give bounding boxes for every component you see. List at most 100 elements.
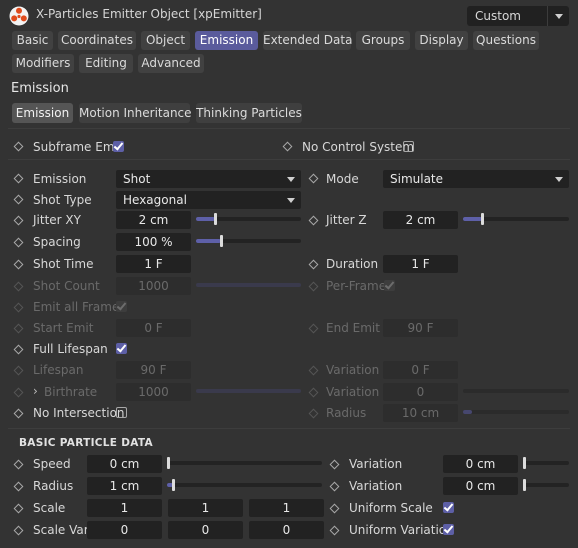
tab-questions[interactable]: Questions [473,31,539,50]
scale-var-y-field[interactable]: 0 [168,521,243,539]
full-lifespan-label: Full Lifespan [33,342,108,356]
slider-knob[interactable] [523,457,526,469]
tab-object[interactable]: Object [141,31,190,50]
duration-field[interactable]: 1 F [383,255,458,273]
slider-knob[interactable] [214,213,217,225]
tab-editing[interactable]: Editing [79,54,133,73]
shot-time-label: Shot Time [33,257,94,271]
scale-x-field[interactable]: 1 [87,499,162,517]
keyframe-diamond-icon[interactable] [13,344,24,355]
keyframe-diamond-icon[interactable] [13,237,24,248]
emission-value: Shot [123,172,151,186]
slider-knob[interactable] [172,479,175,491]
expand-arrow-icon[interactable]: › [33,384,38,398]
scale-z-field[interactable]: 1 [249,499,324,517]
slider-knob[interactable] [167,457,170,469]
uniform-scale-label: Uniform Scale [349,501,433,515]
subtab-motion-inheritance[interactable]: Motion Inheritance [79,103,192,123]
keyframe-diamond-icon[interactable] [13,215,24,226]
keyframe-diamond-icon[interactable] [282,141,293,152]
tab-emission[interactable]: Emission [195,31,258,50]
divider [8,159,570,160]
radius-field[interactable]: 1 cm [87,477,162,495]
keyframe-diamond-icon [308,281,319,292]
keyframe-diamond-icon[interactable] [329,503,340,514]
subframe-emit-label: Subframe Emit [33,140,123,154]
speed-variation-field[interactable]: 0 cm [443,455,518,473]
speed-slider[interactable] [167,457,322,469]
shot-type-label: Shot Type [33,193,92,207]
keyframe-diamond-icon[interactable] [13,481,24,492]
chevron-down-icon[interactable] [555,14,563,19]
no-control-system-checkbox[interactable] [403,141,414,152]
radius-slider[interactable] [167,479,322,491]
no-intersection-checkbox[interactable] [116,407,127,418]
shot-count-slider [196,283,301,287]
tab-coordinates[interactable]: Coordinates [58,31,136,50]
subtab-emission[interactable]: Emission [12,103,73,123]
slider-knob[interactable] [220,235,223,247]
mode-label: Mode [326,172,359,186]
keyframe-diamond-icon[interactable] [308,215,319,226]
subtab-thinking-particles[interactable]: Thinking Particles [196,103,302,123]
keyframe-diamond-icon[interactable] [308,173,319,184]
keyframe-diamond-icon[interactable] [308,259,319,270]
keyframe-diamond-icon[interactable] [13,525,24,536]
slider-fill [463,217,482,221]
tab-modifiers[interactable]: Modifiers [12,54,74,73]
tab-advanced[interactable]: Advanced [138,54,204,73]
divider [8,128,570,129]
keyframe-diamond-icon[interactable] [329,481,340,492]
tab-basic[interactable]: Basic [12,31,53,50]
emission-dropdown[interactable]: Shot [116,170,301,188]
uniform-variation-label: Uniform Variation [349,523,454,537]
keyframe-diamond-icon[interactable] [13,194,24,205]
speed-variation-slider[interactable] [523,457,569,469]
keyframe-diamond-icon[interactable] [329,525,340,536]
birthrate-slider [196,389,301,393]
keyframe-diamond-icon [308,408,319,419]
start-emit-label: Start Emit [33,321,94,335]
scale-var-x-field[interactable]: 0 [87,521,162,539]
shot-type-dropdown[interactable]: Hexagonal [116,191,301,209]
slider-knob[interactable] [523,479,526,491]
keyframe-diamond-icon [308,387,319,398]
uniform-scale-checkbox[interactable] [443,502,454,513]
duration-label: Duration [326,257,379,271]
scale-var-z-field[interactable]: 0 [249,521,324,539]
shot-time-field[interactable]: 1 F [116,255,191,273]
jitter-z-slider[interactable] [463,213,569,225]
keyframe-diamond-icon [13,387,24,398]
keyframe-diamond-icon[interactable] [13,141,24,152]
preset-dropdown[interactable]: Custom [467,6,569,26]
spacing-field[interactable]: 100 % [116,233,191,251]
keyframe-diamond-icon[interactable] [13,408,24,419]
speed-label: Speed [33,457,71,471]
speed-field[interactable]: 0 cm [87,455,162,473]
keyframe-diamond-icon[interactable] [13,503,24,514]
dropdown-separator [547,6,548,26]
lifespan-label: Lifespan [33,363,84,377]
radius-variation-slider[interactable] [523,479,569,491]
uniform-variation-checkbox[interactable] [443,524,454,535]
jitter-z-field[interactable]: 2 cm [383,211,458,229]
keyframe-diamond-icon[interactable] [13,173,24,184]
keyframe-diamond-icon[interactable] [13,259,24,270]
spacing-slider[interactable] [196,235,301,247]
tab-extended-data[interactable]: Extended Data [263,31,352,50]
tab-groups[interactable]: Groups [356,31,410,50]
scale-var-label: Scale Var. [33,523,92,537]
radius-variation-field[interactable]: 0 cm [443,477,518,495]
tab-display[interactable]: Display [415,31,468,50]
birthrate-variation-label: Variation [326,385,380,399]
jitter-xy-field[interactable]: 2 cm [116,211,191,229]
slider-knob[interactable] [481,213,484,225]
jitter-xy-slider[interactable] [196,213,301,225]
mode-dropdown[interactable]: Simulate [383,170,569,188]
keyframe-diamond-icon[interactable] [13,459,24,470]
full-lifespan-checkbox[interactable] [116,343,127,354]
chevron-down-icon [555,177,563,182]
scale-y-field[interactable]: 1 [168,499,243,517]
keyframe-diamond-icon[interactable] [329,459,340,470]
subframe-emit-checkbox[interactable] [113,141,124,152]
